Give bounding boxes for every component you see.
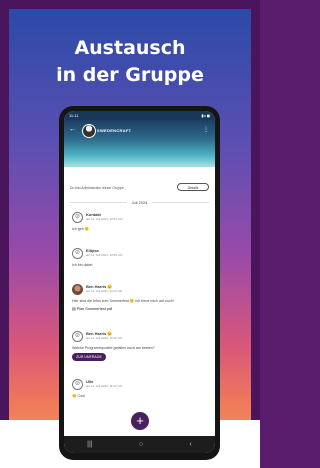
details-button[interactable]: Details: [177, 183, 209, 191]
message-text: Hier sind die Infos zum Sommerfest 🙂 Ich…: [72, 299, 174, 303]
date-separator-label: Juli 2024: [127, 200, 152, 205]
message-item[interactable]: ⊘ Kontakt am 11. Juli 2024, 10:51 Uhr Ic…: [72, 212, 209, 242]
avatar-placeholder-icon: ⊘: [72, 331, 83, 342]
add-message-button[interactable]: +: [131, 412, 149, 430]
admin-text: Du bist Administrator dieser Gruppe: [70, 186, 124, 190]
back-icon[interactable]: ‹: [189, 441, 191, 448]
phone-mockup: 11:11 ▮◂ ◼ ← SWEDENCRAFT ⋮ Du bist Admin…: [59, 106, 220, 460]
avatar-placeholder-icon: ⊘: [72, 212, 83, 223]
android-nav-bar: ||| ○ ‹: [64, 436, 215, 453]
group-avatar[interactable]: [82, 124, 96, 138]
group-header: ← SWEDENCRAFT ⋮: [64, 120, 215, 182]
message-item[interactable]: Ben Harris 😊 am 11. Juli 2024, 10:11 Uhr…: [72, 284, 209, 324]
avatar-placeholder-icon: ⊘: [72, 248, 83, 259]
headline-line-2: in der Gruppe: [56, 64, 204, 86]
status-icons: ▮◂ ◼: [201, 113, 210, 118]
recent-apps-icon[interactable]: |||: [87, 441, 92, 448]
date-separator: Juli 2024: [64, 200, 215, 205]
message-item[interactable]: ⊘ Ulle am 11. Juli 2024, 11:04 Uhr 🙂 Coo…: [72, 379, 209, 405]
status-time: 11:11: [69, 113, 79, 118]
admin-row: Du bist Administrator dieser Gruppe Deta…: [70, 183, 209, 193]
more-options-icon[interactable]: ⋮: [203, 126, 209, 133]
message-date: am 11. Juli 2024, 11:04 Uhr: [86, 384, 123, 388]
message-date: am 11. Juli 2024, 10:11 Uhr: [86, 336, 123, 340]
message-text: Ich bin dabei: [72, 263, 93, 267]
back-arrow-icon[interactable]: ←: [69, 126, 76, 133]
group-name: SWEDENCRAFT: [97, 128, 132, 133]
status-bar: 11:11 ▮◂ ◼: [64, 111, 215, 120]
message-date: am 11. Juli 2024, 10:55 Uhr: [86, 253, 123, 257]
file-attachment[interactable]: ▤ Plan Sommerfest.pdf: [72, 306, 112, 311]
poll-button[interactable]: ZUR UMFRAGE: [72, 353, 106, 361]
avatar: [72, 284, 83, 295]
file-name: Plan Sommerfest.pdf: [76, 307, 113, 311]
promo-headline: Austausch in der Gruppe: [9, 35, 251, 89]
message-item[interactable]: ⊘ Ben Harris 😊 am 11. Juli 2024, 10:11 U…: [72, 331, 209, 373]
message-date: am 11. Juli 2024, 10:51 Uhr: [86, 217, 123, 221]
phone-screen: 11:11 ▮◂ ◼ ← SWEDENCRAFT ⋮ Du bist Admin…: [64, 111, 215, 453]
message-text: 🙂 Cool: [72, 394, 85, 398]
message-text: Welche Programmpunkte gefallen euch am b…: [72, 346, 155, 350]
header-wave: [64, 172, 215, 182]
avatar-placeholder-icon: ⊘: [72, 379, 83, 390]
message-text: Ich geh 🙂: [72, 227, 90, 231]
message-date: am 11. Juli 2024, 10:11 Uhr: [86, 289, 123, 293]
message-item[interactable]: ⊘ Ellipse am 11. Juli 2024, 10:55 Uhr Ic…: [72, 248, 209, 278]
home-icon[interactable]: ○: [139, 441, 143, 448]
headline-line-1: Austausch: [74, 37, 186, 59]
